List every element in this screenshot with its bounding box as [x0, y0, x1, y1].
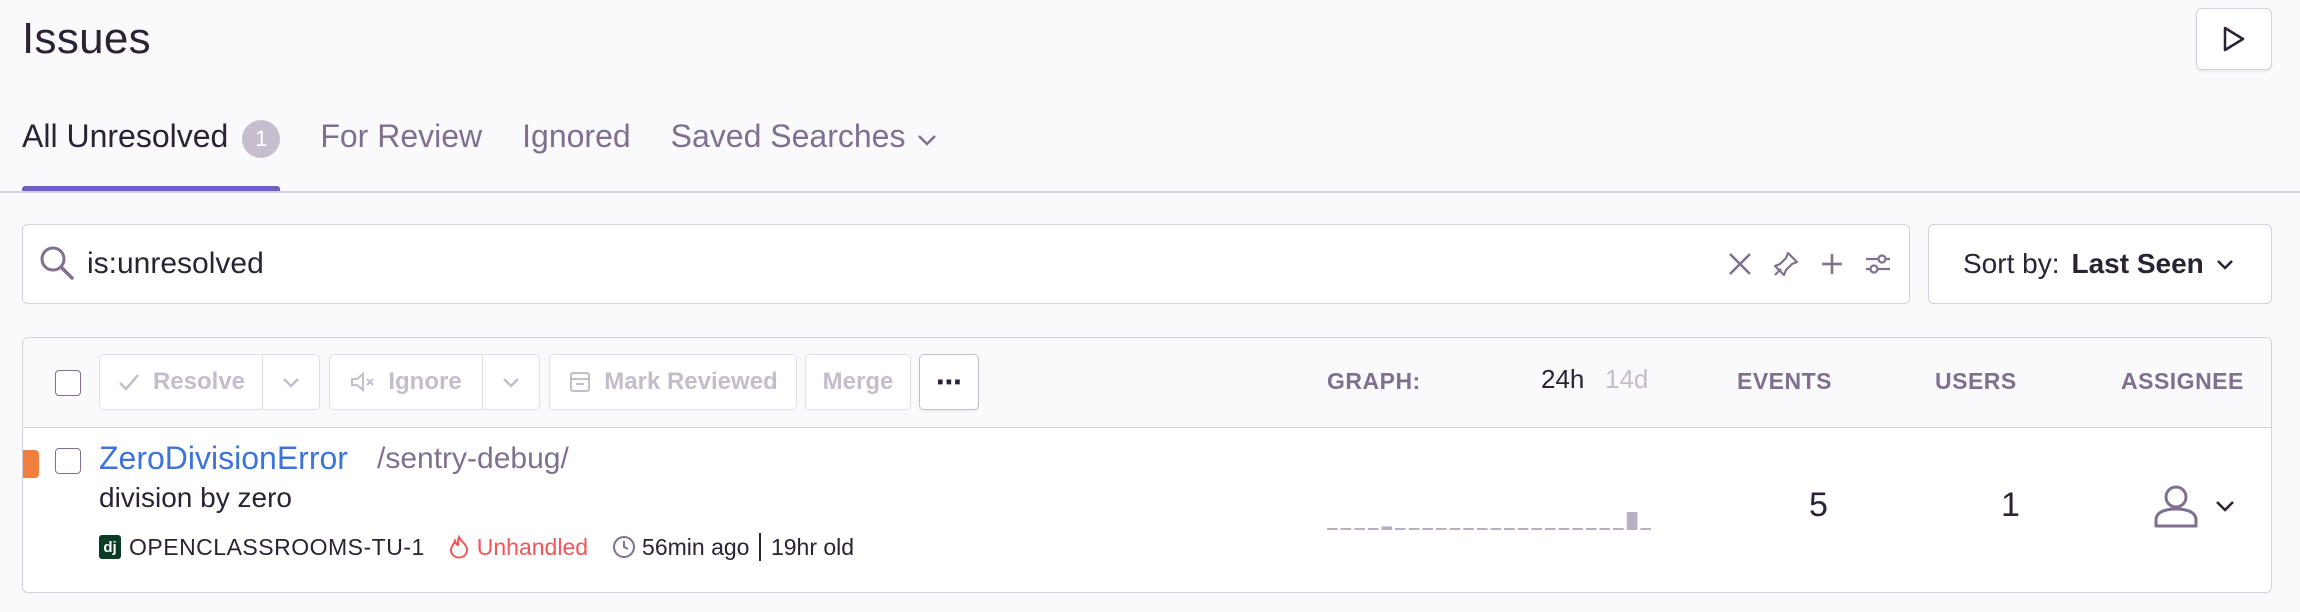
tab-label: Ignored [522, 118, 631, 154]
more-actions-button[interactable]: ⋯ [919, 354, 979, 410]
tab-label: Saved Searches [670, 118, 906, 154]
chevron-down-icon [2216, 501, 2234, 512]
sparkline-bar [1476, 528, 1488, 530]
tab-saved-searches[interactable]: Saved Searches [671, 118, 940, 192]
issue-times: 56min ago 19hr old [612, 533, 854, 561]
search-icon [40, 246, 74, 280]
period-14d-toggle[interactable]: 14d [1605, 364, 1648, 395]
tab-all-unresolved[interactable]: All Unresolved 1 [22, 118, 281, 192]
resolve-dropdown-button[interactable] [262, 354, 320, 410]
mark-reviewed-button[interactable]: Mark Reviewed [549, 354, 797, 410]
issue-short-id[interactable]: OPENCLASSROOMS-TU-1 [129, 534, 425, 561]
user-count: 1 [2001, 486, 2020, 524]
assignee-column-label: ASSIGNEE [2121, 368, 2244, 394]
issue-meta: dj OPENCLASSROOMS-TU-1 Unhandled 56min a… [99, 532, 854, 562]
resolve-button[interactable]: Resolve [99, 354, 263, 410]
sparkline-bar [1449, 528, 1461, 530]
tab-bar: All Unresolved 1 For Review Ignored Save… [22, 118, 979, 192]
sparkline-bar [1545, 528, 1556, 530]
chevron-down-icon [2216, 260, 2233, 270]
events-column-label: EVENTS [1737, 368, 1833, 394]
sparkline-bar [1436, 528, 1447, 530]
ignore-label: Ignore [388, 368, 462, 395]
sparkline-bar [1558, 528, 1570, 530]
count-badge: 1 [242, 120, 281, 158]
event-count: 5 [1809, 486, 1828, 524]
sparkline-bar [1367, 528, 1379, 530]
tab-for-review[interactable]: For Review [320, 118, 482, 192]
event-sparkline [1327, 512, 1651, 530]
sparkline-bar [1572, 528, 1583, 530]
sparkline-bar [1340, 528, 1352, 530]
sparkline-bar [1381, 526, 1393, 530]
issue-checkbox[interactable] [55, 448, 81, 474]
tab-divider [0, 191, 2300, 193]
period-24h-toggle[interactable]: 24h [1541, 364, 1584, 395]
mute-icon [351, 371, 375, 393]
fire-icon [449, 535, 468, 559]
sparkline-bar [1599, 528, 1611, 530]
first-seen: 19hr old [770, 533, 855, 560]
unhandled-label: Unhandled [476, 533, 589, 560]
search-bar[interactable]: is:unresolved [22, 224, 1910, 304]
sparkline-bar [1626, 512, 1638, 530]
issue-title-link[interactable]: ZeroDivisionError [99, 440, 348, 477]
clock-icon [613, 536, 636, 558]
add-icon[interactable] [1817, 247, 1847, 281]
play-icon [2223, 26, 2245, 52]
issue-message: division by zero [99, 482, 292, 513]
assignee-selector[interactable] [2153, 484, 2237, 528]
inbox-icon [570, 372, 591, 392]
chevron-down-icon [503, 378, 519, 388]
pin-icon[interactable] [1771, 247, 1801, 281]
issue-row[interactable]: ZeroDivisionError /sentry-debug/ divisio… [23, 428, 2271, 592]
sparkline-bar [1613, 528, 1624, 530]
tab-ignored[interactable]: Ignored [522, 118, 631, 192]
level-indicator [23, 450, 39, 478]
tab-label: All Unresolved [22, 118, 229, 154]
sort-label: Sort by: [1963, 248, 2060, 279]
play-button[interactable] [2196, 8, 2272, 70]
sparkline-bar [1463, 528, 1474, 530]
sparkline-bar [1395, 528, 1406, 530]
sparkline-bar [1422, 528, 1433, 530]
resolve-label: Resolve [152, 368, 246, 395]
issue-list-panel: Resolve Ignore Mark Reviewed Merge ⋯ GRA… [22, 337, 2272, 593]
merge-button[interactable]: Merge [805, 354, 911, 410]
sparkline-bar [1585, 528, 1597, 530]
sparkline-bar [1531, 528, 1542, 530]
sparkline-bar [1504, 528, 1515, 530]
unhandled-tag: Unhandled [449, 534, 588, 561]
last-seen: 56min ago [642, 533, 750, 560]
sparkline-bar [1327, 528, 1338, 530]
filter-settings-icon[interactable] [1863, 247, 1893, 281]
search-input[interactable]: is:unresolved [87, 247, 264, 281]
time-separator [759, 533, 761, 561]
mark-reviewed-label: Mark Reviewed [604, 368, 778, 395]
sparkline-bar [1408, 528, 1420, 530]
sparkline-bar [1517, 528, 1529, 530]
sparkline-bar [1354, 528, 1365, 530]
sort-dropdown[interactable]: Sort by: Last Seen [1928, 224, 2272, 304]
select-all-checkbox[interactable] [55, 370, 81, 396]
merge-label: Merge [822, 368, 894, 395]
ignore-dropdown-button[interactable] [482, 354, 540, 410]
sparkline-bar [1490, 528, 1502, 530]
tab-label: For Review [320, 118, 483, 154]
sparkline-bar [1640, 528, 1651, 530]
clear-icon[interactable] [1725, 247, 1755, 281]
chevron-down-icon [283, 378, 299, 388]
graph-column-label: GRAPH: [1327, 368, 1421, 394]
issue-list-header: Resolve Ignore Mark Reviewed Merge ⋯ GRA… [23, 338, 2271, 428]
django-icon: dj [99, 535, 121, 559]
issue-culprit: /sentry-debug/ [377, 442, 569, 475]
chevron-down-icon [918, 135, 937, 146]
page-title: Issues [22, 14, 151, 63]
ignore-button[interactable]: Ignore [329, 354, 483, 410]
user-icon [2154, 485, 2198, 528]
users-column-label: USERS [1935, 368, 2017, 394]
more-icon: ⋯ [936, 366, 962, 397]
sort-value: Last Seen [2071, 248, 2204, 279]
checkmark-icon [119, 374, 139, 391]
